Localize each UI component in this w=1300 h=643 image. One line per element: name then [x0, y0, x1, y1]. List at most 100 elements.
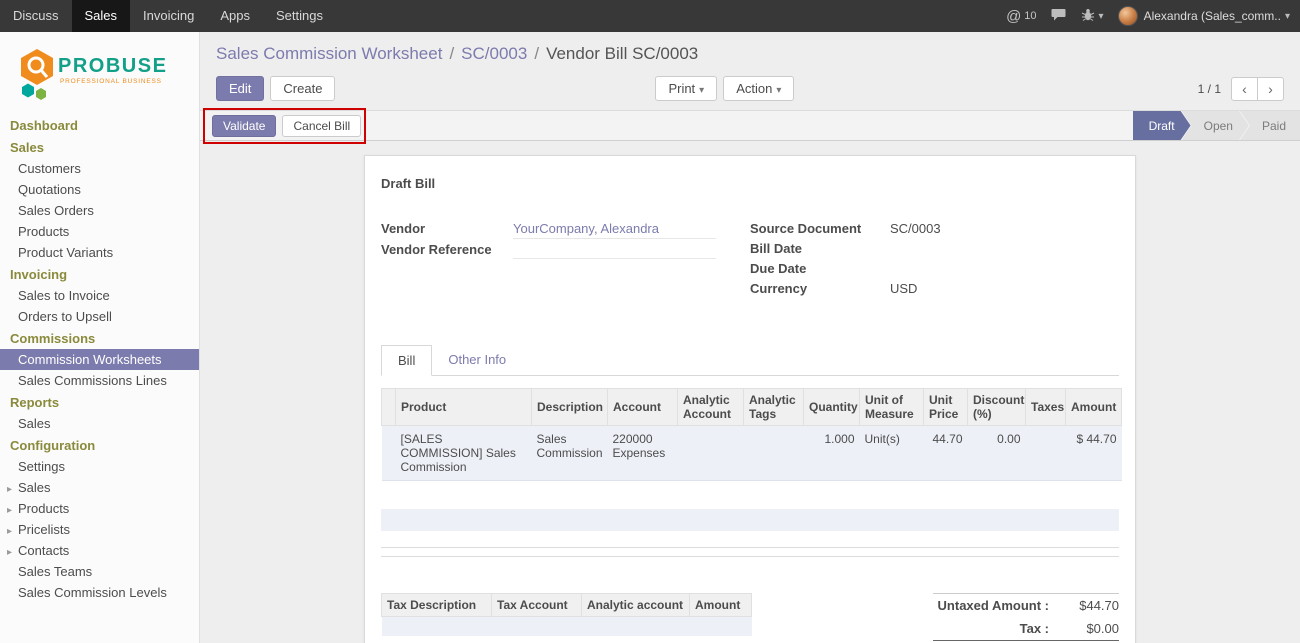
totals-block: Untaxed Amount : $44.70 Tax : $0.00 Tota… — [933, 593, 1119, 643]
sidebar-item-pricelists[interactable]: Pricelists — [0, 519, 199, 540]
due-date-value — [890, 260, 1119, 278]
sheet-title: Draft Bill — [381, 176, 1119, 191]
col-discount: Discount (%) — [968, 389, 1026, 426]
tab-bill[interactable]: Bill — [381, 345, 432, 376]
menu-apps[interactable]: Apps — [207, 0, 263, 32]
chevron-down-icon — [776, 85, 781, 96]
cell-description: Sales Commission — [532, 426, 608, 481]
sidebar-header-configuration[interactable]: Configuration — [0, 434, 199, 456]
status-paid[interactable]: Paid — [1240, 111, 1300, 140]
print-label: Print — [668, 81, 695, 96]
due-date-label: Due Date — [750, 260, 890, 278]
status-open[interactable]: Open — [1182, 111, 1249, 140]
sidebar-item-config-sales[interactable]: Sales — [0, 477, 199, 498]
sidebar-item-sales-orders[interactable]: Sales Orders — [0, 200, 199, 221]
menu-settings[interactable]: Settings — [263, 0, 336, 32]
mentions-button[interactable]: @ 10 — [1006, 8, 1036, 25]
print-dropdown-button[interactable]: Print — [655, 76, 717, 101]
logo-subtext: PROFESSIONAL BUSINESS — [60, 78, 162, 85]
chevron-down-icon — [699, 85, 704, 96]
sidebar-header-sales[interactable]: Sales — [0, 136, 199, 158]
invoice-lines-table: Product Description Account Analytic Acc… — [381, 388, 1122, 481]
user-avatar — [1118, 6, 1138, 26]
sidebar-item-contacts[interactable]: Contacts — [0, 540, 199, 561]
menu-sales[interactable]: Sales — [72, 0, 131, 32]
vendor-label: Vendor — [381, 220, 513, 239]
action-dropdown-button[interactable]: Action — [723, 76, 794, 101]
breadcrumb-separator — [449, 44, 454, 63]
col-analytic-tags: Analytic Tags — [744, 389, 804, 426]
col-description: Description — [532, 389, 608, 426]
status-pipeline: Draft Open Paid — [1133, 111, 1300, 140]
sidebar-item-sales-commissions-lines[interactable]: Sales Commissions Lines — [0, 370, 199, 391]
sidebar-item-sales-commission-levels[interactable]: Sales Commission Levels — [0, 582, 199, 603]
tab-other-info[interactable]: Other Info — [432, 345, 522, 376]
sidebar-item-label: Sales — [18, 480, 51, 495]
sidebar-item-settings[interactable]: Settings — [0, 456, 199, 477]
sidebar-item-commission-worksheets[interactable]: Commission Worksheets — [0, 349, 199, 370]
breadcrumb-link-worksheet[interactable]: Sales Commission Worksheet — [216, 44, 442, 63]
sidebar-item-sales-to-invoice[interactable]: Sales to Invoice — [0, 285, 199, 306]
expand-arrow-icon — [7, 526, 18, 537]
invoice-line-row[interactable]: [SALES COMMISSION] Sales Commission Sale… — [382, 426, 1122, 481]
status-draft[interactable]: Draft — [1133, 111, 1191, 140]
user-menu[interactable]: Alexandra (Sales_comm.. — [1118, 6, 1290, 26]
expand-arrow-icon — [7, 484, 18, 495]
control-panel: Sales Commission Worksheet SC/0003 Vendor … — [200, 32, 1300, 110]
pager-previous-button[interactable]: ‹ — [1231, 77, 1258, 101]
sidebar-item-products[interactable]: Products — [0, 221, 199, 242]
messages-button[interactable] — [1051, 8, 1067, 25]
notebook-tabs: Bill Other Info — [381, 345, 1119, 376]
topbar-right: @ 10 Alexandra (Sales_comm.. — [992, 0, 1300, 32]
user-name: Alexandra (Sales_comm.. — [1144, 9, 1281, 23]
tax-empty-row — [382, 636, 752, 643]
col-tax-amount: Amount — [690, 594, 752, 617]
col-quantity: Quantity — [804, 389, 860, 426]
cell-product: [SALES COMMISSION] Sales Commission — [396, 426, 532, 481]
cell-taxes — [1026, 426, 1066, 481]
row-handle-cell — [382, 426, 396, 481]
menu-invoicing[interactable]: Invoicing — [130, 0, 207, 32]
vendor-reference-value — [513, 241, 716, 259]
left-sidebar: PROBUSE PROFESSIONAL BUSINESS Dashboard … — [0, 32, 200, 643]
expand-arrow-icon — [7, 547, 18, 558]
col-unit-of-measure: Unit of Measure — [860, 389, 924, 426]
vendor-value-link[interactable]: YourCompany, Alexandra — [513, 220, 716, 239]
pager-counter: 1 / 1 — [1198, 82, 1221, 96]
sidebar-header-dashboard[interactable]: Dashboard — [0, 114, 199, 136]
sidebar-item-customers[interactable]: Customers — [0, 158, 199, 179]
sidebar-item-product-variants[interactable]: Product Variants — [0, 242, 199, 263]
sidebar-item-label: Contacts — [18, 543, 69, 558]
lines-header-row: Product Description Account Analytic Acc… — [382, 389, 1122, 426]
cell-account: 220000 Expenses — [608, 426, 678, 481]
currency-label: Currency — [750, 280, 890, 298]
section-separator — [381, 547, 1119, 557]
edit-button[interactable]: Edit — [216, 76, 264, 101]
bill-date-label: Bill Date — [750, 240, 890, 258]
sidebar-item-sales-teams[interactable]: Sales Teams — [0, 561, 199, 582]
col-tax-description: Tax Description — [382, 594, 492, 617]
breadcrumb-separator — [534, 44, 539, 63]
debug-menu-button[interactable] — [1081, 8, 1104, 25]
sidebar-item-quotations[interactable]: Quotations — [0, 179, 199, 200]
sidebar-header-invoicing[interactable]: Invoicing — [0, 263, 199, 285]
sidebar-header-reports[interactable]: Reports — [0, 391, 199, 413]
cell-amount: $ 44.70 — [1066, 426, 1122, 481]
sidebar-item-reports-sales[interactable]: Sales — [0, 413, 199, 434]
create-button[interactable]: Create — [270, 76, 335, 101]
breadcrumb-current: Vendor Bill SC/0003 — [546, 44, 698, 63]
pager-next-button[interactable]: › — [1257, 77, 1284, 101]
cancel-bill-button[interactable]: Cancel Bill — [282, 115, 361, 137]
sidebar-item-orders-to-upsell[interactable]: Orders to Upsell — [0, 306, 199, 327]
breadcrumb-link-record[interactable]: SC/0003 — [461, 44, 527, 63]
col-amount: Amount — [1066, 389, 1122, 426]
tax-header-row: Tax Description Tax Account Analytic acc… — [382, 594, 752, 617]
col-product: Product — [396, 389, 532, 426]
sidebar-item-config-products[interactable]: Products — [0, 498, 199, 519]
form-sheet: Draft Bill Vendor YourCompany, Alexandra… — [364, 155, 1136, 643]
sidebar-header-commissions[interactable]: Commissions — [0, 327, 199, 349]
sidebar-item-label: Pricelists — [18, 522, 70, 537]
validate-button[interactable]: Validate — [212, 115, 276, 137]
menu-discuss[interactable]: Discuss — [0, 0, 72, 32]
col-unit-price: Unit Price — [924, 389, 968, 426]
